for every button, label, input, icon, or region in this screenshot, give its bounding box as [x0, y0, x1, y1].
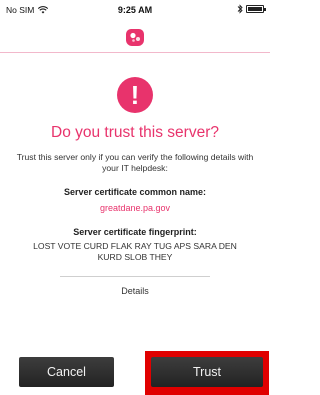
- header-divider: [0, 52, 270, 53]
- common-name-value: greatdane.pa.gov: [99, 203, 171, 213]
- fingerprint-value: LOST VOTE CURD FLAK RAY TUG APS SARA DEN…: [33, 241, 237, 262]
- dialog-message: Trust this server only if you can verify…: [16, 152, 254, 173]
- trust-button[interactable]: Trust: [151, 357, 263, 387]
- details-link[interactable]: Details: [0, 286, 270, 296]
- status-bar: No SIM 9:25 AM: [0, 0, 270, 22]
- fingerprint-label: Server certificate fingerprint:: [73, 227, 197, 237]
- exclamation-icon: !: [117, 77, 153, 113]
- details-divider: [60, 276, 210, 277]
- status-time: 9:25 AM: [117, 5, 153, 15]
- bluetooth-icon: [237, 4, 243, 14]
- dialog-title: Do you trust this server?: [51, 124, 219, 141]
- alert-symbol: !: [130, 80, 140, 110]
- cancel-button[interactable]: Cancel: [19, 357, 114, 387]
- app-logo-icon: [126, 29, 144, 46]
- common-name-label: Server certificate common name:: [63, 187, 207, 197]
- status-right-icons: [237, 4, 266, 14]
- battery-level: [248, 7, 262, 11]
- battery-icon: [246, 5, 266, 13]
